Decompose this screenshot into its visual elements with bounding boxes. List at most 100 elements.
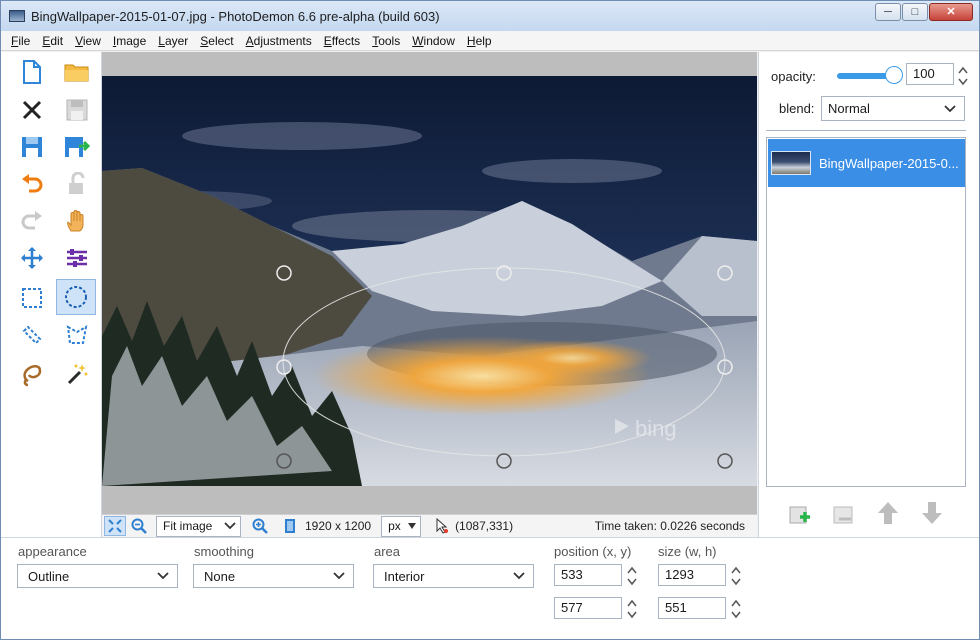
- layer-thumbnail: [771, 151, 811, 175]
- unit-value: px: [388, 519, 401, 533]
- window-title: BingWallpaper-2015-01-07.jpg - PhotoDemo…: [31, 8, 440, 24]
- window-controls: ─ □ ✕: [875, 3, 973, 21]
- add-layer-icon: [789, 506, 810, 524]
- hand-pan-icon[interactable]: [57, 203, 97, 239]
- toolbox: [1, 52, 102, 537]
- smoothing-label: smoothing: [194, 544, 254, 559]
- smoothing-select[interactable]: None: [193, 564, 354, 588]
- zoom-out-icon[interactable]: [128, 516, 150, 536]
- adjust-sliders-icon[interactable]: [57, 240, 97, 276]
- title-bar: BingWallpaper-2015-01-07.jpg - PhotoDemo…: [1, 1, 979, 31]
- polygon-select-icon[interactable]: [57, 317, 97, 353]
- zoom-in-icon[interactable]: [249, 516, 271, 536]
- minimize-button[interactable]: ─: [875, 3, 901, 21]
- save-as-icon[interactable]: [12, 129, 52, 165]
- export-icon[interactable]: [57, 129, 97, 165]
- size-label: size (w, h): [658, 544, 717, 559]
- bing-watermark: bing: [635, 416, 677, 441]
- position-y-spinner-icon[interactable]: [626, 597, 638, 621]
- remove-layer-icon: [833, 506, 853, 524]
- open-folder-icon[interactable]: [57, 54, 97, 90]
- arrow-up-icon: [878, 502, 898, 524]
- opacity-label: opacity:: [771, 69, 816, 84]
- canvas-area[interactable]: bing: [102, 52, 757, 514]
- layer-list[interactable]: BingWallpaper-2015-0...: [766, 137, 966, 487]
- chevron-down-icon: [944, 104, 956, 112]
- chevron-down-icon: [157, 572, 169, 580]
- menu-image[interactable]: Image: [113, 34, 146, 48]
- menu-view[interactable]: View: [75, 34, 101, 48]
- area-label: area: [374, 544, 401, 559]
- menu-help[interactable]: Help: [467, 34, 492, 48]
- menu-edit[interactable]: Edit: [42, 34, 63, 48]
- appearance-value: Outline: [28, 568, 70, 584]
- close-window-button[interactable]: ✕: [929, 3, 973, 21]
- new-file-icon[interactable]: [12, 54, 52, 90]
- line-select-icon[interactable]: [12, 317, 52, 353]
- area-select[interactable]: Interior: [373, 564, 534, 588]
- app-window: BingWallpaper-2015-01-07.jpg - PhotoDemo…: [0, 0, 980, 640]
- redo-icon[interactable]: [12, 203, 52, 239]
- layer-name: BingWallpaper-2015-0...: [819, 155, 959, 171]
- layer-row-selected[interactable]: BingWallpaper-2015-0...: [768, 139, 965, 187]
- close-icon[interactable]: [12, 92, 52, 128]
- size-h-input[interactable]: 551: [658, 597, 726, 619]
- move-icon[interactable]: [12, 240, 52, 276]
- size-h-spinner-icon[interactable]: [730, 597, 742, 621]
- chevron-down-icon: [333, 572, 345, 580]
- opacity-spinner-icon[interactable]: [957, 64, 969, 88]
- size-w-spinner-icon[interactable]: [730, 564, 742, 588]
- rect-select-icon[interactable]: [12, 280, 52, 316]
- position-x-spinner-icon[interactable]: [626, 564, 638, 588]
- image-size-icon: [279, 516, 301, 536]
- size-w-input[interactable]: 1293: [658, 564, 726, 586]
- tool-options-panel: appearance Outline smoothing None area I…: [1, 537, 979, 639]
- app-icon: [9, 10, 25, 22]
- lasso-select-icon[interactable]: [12, 356, 52, 392]
- save-icon[interactable]: [57, 92, 97, 128]
- zoom-mode-select[interactable]: Fit image: [156, 515, 241, 537]
- fit-screen-icon[interactable]: [104, 516, 126, 536]
- blend-label: blend:: [779, 101, 815, 116]
- menu-tools[interactable]: Tools: [372, 34, 400, 48]
- move-layer-up-button[interactable]: [875, 500, 901, 526]
- status-bar: Fit image 1920 x 1200 px (1087,331) Time…: [102, 514, 757, 537]
- menu-adjustments[interactable]: Adjustments: [246, 34, 312, 48]
- menu-effects[interactable]: Effects: [324, 34, 360, 48]
- cursor-position-text: (1087,331): [455, 519, 514, 533]
- appearance-select[interactable]: Outline: [17, 564, 178, 588]
- cursor-position-icon: [431, 516, 453, 536]
- menu-bar: File Edit View Image Layer Select Adjust…: [1, 31, 979, 51]
- unit-select[interactable]: px: [381, 515, 422, 537]
- panel-divider: [766, 130, 966, 131]
- undo-icon[interactable]: [12, 166, 52, 202]
- magic-wand-icon[interactable]: [57, 356, 97, 392]
- image-size-text: 1920 x 1200: [305, 519, 372, 533]
- photo-canvas[interactable]: bing: [102, 76, 757, 486]
- chevron-down-icon: [408, 523, 417, 529]
- position-x-input[interactable]: 533: [554, 564, 622, 586]
- delete-layer-button[interactable]: [831, 500, 857, 526]
- menu-file[interactable]: File: [11, 34, 30, 48]
- lock-icon[interactable]: [57, 166, 97, 202]
- zoom-mode-value: Fit image: [163, 519, 213, 533]
- blend-mode-select[interactable]: Normal: [821, 96, 965, 121]
- menu-select[interactable]: Select: [200, 34, 233, 48]
- opacity-slider-knob[interactable]: [885, 66, 903, 84]
- menu-window[interactable]: Window: [412, 34, 455, 48]
- layers-panel: opacity: 100 blend: Normal BingWallpaper…: [758, 52, 979, 537]
- chevron-down-icon: [513, 572, 525, 580]
- add-layer-button[interactable]: [787, 500, 813, 526]
- opacity-input[interactable]: 100: [906, 63, 954, 85]
- menu-layer[interactable]: Layer: [158, 34, 188, 48]
- blend-mode-value: Normal: [828, 101, 870, 116]
- maximize-button[interactable]: □: [902, 3, 928, 21]
- arrow-down-icon: [922, 502, 942, 524]
- position-label: position (x, y): [554, 544, 632, 559]
- position-y-input[interactable]: 577: [554, 597, 622, 619]
- move-layer-down-button[interactable]: [919, 500, 945, 526]
- ellipse-select-icon[interactable]: [56, 279, 96, 315]
- appearance-label: appearance: [18, 544, 87, 559]
- chevron-down-icon: [224, 522, 236, 530]
- area-value: Interior: [384, 568, 425, 584]
